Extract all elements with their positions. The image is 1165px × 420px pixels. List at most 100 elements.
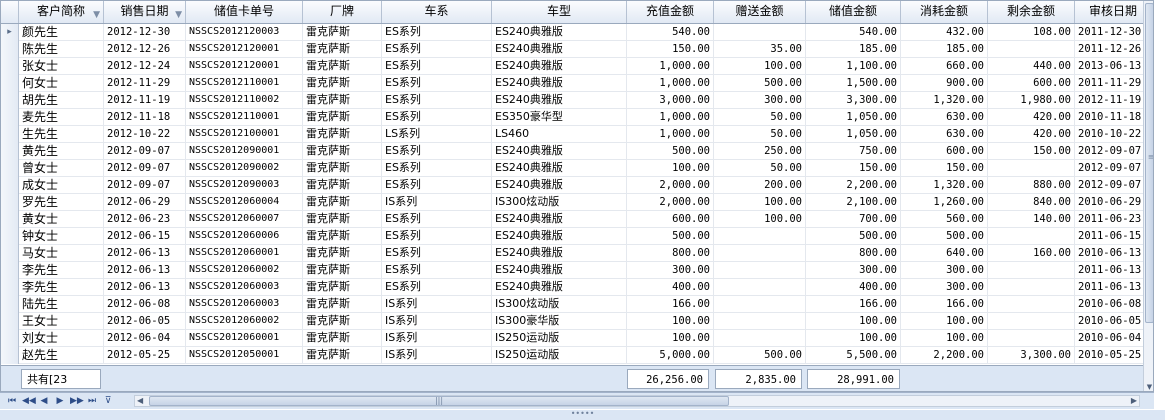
cell-consumed-amount[interactable]: 630.00 bbox=[901, 109, 988, 126]
cell-stored-amount[interactable]: 100.00 bbox=[806, 313, 901, 330]
cell-audit-date[interactable]: 2011-06-13 bbox=[1075, 262, 1152, 279]
cell-consumed-amount[interactable]: 560.00 bbox=[901, 211, 988, 228]
cell-recharge-amount[interactable]: 1,000.00 bbox=[627, 109, 714, 126]
cell-sale-date[interactable]: 2012-06-05 bbox=[104, 313, 186, 330]
cell-bonus-amount[interactable] bbox=[714, 313, 806, 330]
row-indicator-cell[interactable] bbox=[1, 296, 19, 313]
column-header-stored-amount[interactable]: 储值金额 bbox=[806, 1, 901, 23]
cell-sale-date[interactable]: 2012-06-13 bbox=[104, 262, 186, 279]
table-row[interactable]: 生先生 2012-10-22 NSSCS2012100001 雷克萨斯 LS系列 LS46… bbox=[1, 126, 1153, 143]
cell-series[interactable]: IS系列 bbox=[382, 313, 492, 330]
cell-series[interactable]: ES系列 bbox=[382, 24, 492, 41]
cell-sale-date[interactable]: 2012-09-07 bbox=[104, 177, 186, 194]
cell-bonus-amount[interactable]: 300.00 bbox=[714, 92, 806, 109]
column-header-sale-date[interactable]: 销售日期 ▼ bbox=[104, 1, 186, 23]
row-indicator-cell[interactable] bbox=[1, 58, 19, 75]
cell-card-number[interactable]: NSSCS2012110001 bbox=[186, 75, 303, 92]
cell-card-number[interactable]: NSSCS2012120003 bbox=[186, 24, 303, 41]
cell-sale-date[interactable]: 2012-06-23 bbox=[104, 211, 186, 228]
column-header-remaining-amount[interactable]: 剩余金额 bbox=[988, 1, 1075, 23]
table-row[interactable]: 王女士 2012-06-05 NSSCS2012060002 雷克萨斯 IS系列 IS30… bbox=[1, 313, 1153, 330]
nav-prev-icon[interactable]: ◀ bbox=[38, 394, 50, 408]
cell-stored-amount[interactable]: 3,300.00 bbox=[806, 92, 901, 109]
cell-bonus-amount[interactable]: 100.00 bbox=[714, 211, 806, 228]
cell-customer-name[interactable]: 马女士 bbox=[19, 245, 104, 262]
cell-recharge-amount[interactable]: 2,000.00 bbox=[627, 194, 714, 211]
cell-remaining-amount[interactable]: 3,300.00 bbox=[988, 347, 1075, 364]
row-indicator-cell[interactable] bbox=[1, 313, 19, 330]
cell-audit-date[interactable]: 2010-06-29 bbox=[1075, 194, 1152, 211]
row-indicator-cell[interactable] bbox=[1, 330, 19, 347]
vertical-scroll-thumb[interactable]: ≡ bbox=[1145, 3, 1153, 323]
row-indicator-cell[interactable] bbox=[1, 41, 19, 58]
cell-card-number[interactable]: NSSCS2012050001 bbox=[186, 347, 303, 364]
cell-consumed-amount[interactable]: 1,320.00 bbox=[901, 177, 988, 194]
cell-recharge-amount[interactable]: 3,000.00 bbox=[627, 92, 714, 109]
cell-series[interactable]: ES系列 bbox=[382, 245, 492, 262]
cell-customer-name[interactable]: 生先生 bbox=[19, 126, 104, 143]
cell-recharge-amount[interactable]: 2,000.00 bbox=[627, 177, 714, 194]
cell-series[interactable]: ES系列 bbox=[382, 228, 492, 245]
cell-card-number[interactable]: NSSCS2012120001 bbox=[186, 58, 303, 75]
cell-model[interactable]: ES240典雅版 bbox=[492, 211, 627, 228]
cell-remaining-amount[interactable] bbox=[988, 228, 1075, 245]
cell-sale-date[interactable]: 2012-12-26 bbox=[104, 41, 186, 58]
cell-customer-name[interactable]: 曾女士 bbox=[19, 160, 104, 177]
cell-remaining-amount[interactable]: 420.00 bbox=[988, 126, 1075, 143]
column-header-brand[interactable]: 厂牌 bbox=[303, 1, 382, 23]
cell-card-number[interactable]: NSSCS2012060006 bbox=[186, 228, 303, 245]
cell-consumed-amount[interactable]: 640.00 bbox=[901, 245, 988, 262]
table-row[interactable]: 刘女士 2012-06-04 NSSCS2012060001 雷克萨斯 IS系列 IS25… bbox=[1, 330, 1153, 347]
column-header-bonus-amount[interactable]: 赠送金额 bbox=[714, 1, 806, 23]
cell-bonus-amount[interactable] bbox=[714, 279, 806, 296]
table-row[interactable]: 赵先生 2012-05-25 NSSCS2012050001 雷克萨斯 IS系列 IS25… bbox=[1, 347, 1153, 364]
cell-series[interactable]: ES系列 bbox=[382, 75, 492, 92]
cell-bonus-amount[interactable] bbox=[714, 262, 806, 279]
table-row[interactable]: 胡先生 2012-11-19 NSSCS2012110002 雷克萨斯 ES系列 ES24… bbox=[1, 92, 1153, 109]
cell-series[interactable]: ES系列 bbox=[382, 211, 492, 228]
cell-series[interactable]: ES系列 bbox=[382, 177, 492, 194]
cell-bonus-amount[interactable]: 100.00 bbox=[714, 194, 806, 211]
cell-remaining-amount[interactable] bbox=[988, 160, 1075, 177]
cell-bonus-amount[interactable]: 35.00 bbox=[714, 41, 806, 58]
cell-series[interactable]: ES系列 bbox=[382, 160, 492, 177]
cell-stored-amount[interactable]: 500.00 bbox=[806, 228, 901, 245]
cell-bonus-amount[interactable] bbox=[714, 245, 806, 262]
cell-audit-date[interactable]: 2011-06-13 bbox=[1075, 279, 1152, 296]
cell-consumed-amount[interactable]: 500.00 bbox=[901, 228, 988, 245]
cell-remaining-amount[interactable]: 840.00 bbox=[988, 194, 1075, 211]
cell-bonus-amount[interactable]: 500.00 bbox=[714, 347, 806, 364]
cell-customer-name[interactable]: 麦先生 bbox=[19, 109, 104, 126]
table-row[interactable]: 陆先生 2012-06-08 NSSCS2012060003 雷克萨斯 IS系列 IS30… bbox=[1, 296, 1153, 313]
cell-consumed-amount[interactable]: 1,260.00 bbox=[901, 194, 988, 211]
cell-recharge-amount[interactable]: 100.00 bbox=[627, 160, 714, 177]
row-indicator-cell[interactable] bbox=[1, 160, 19, 177]
cell-remaining-amount[interactable]: 420.00 bbox=[988, 109, 1075, 126]
cell-sale-date[interactable]: 2012-10-22 bbox=[104, 126, 186, 143]
cell-remaining-amount[interactable]: 440.00 bbox=[988, 58, 1075, 75]
cell-brand[interactable]: 雷克萨斯 bbox=[303, 109, 382, 126]
cell-recharge-amount[interactable]: 166.00 bbox=[627, 296, 714, 313]
row-indicator-cell[interactable] bbox=[1, 126, 19, 143]
cell-model[interactable]: ES350豪华型 bbox=[492, 109, 627, 126]
table-row[interactable]: 李先生 2012-06-13 NSSCS2012060002 雷克萨斯 ES系列 ES24… bbox=[1, 262, 1153, 279]
cell-sale-date[interactable]: 2012-11-18 bbox=[104, 109, 186, 126]
cell-customer-name[interactable]: 赵先生 bbox=[19, 347, 104, 364]
table-row[interactable]: 陈先生 2012-12-26 NSSCS2012120001 雷克萨斯 ES系列 ES24… bbox=[1, 41, 1153, 58]
cell-stored-amount[interactable]: 1,050.00 bbox=[806, 109, 901, 126]
cell-consumed-amount[interactable]: 660.00 bbox=[901, 58, 988, 75]
cell-card-number[interactable]: NSSCS2012060003 bbox=[186, 296, 303, 313]
cell-brand[interactable]: 雷克萨斯 bbox=[303, 211, 382, 228]
table-row[interactable]: 成女士 2012-09-07 NSSCS2012090003 雷克萨斯 ES系列 ES24… bbox=[1, 177, 1153, 194]
cell-brand[interactable]: 雷克萨斯 bbox=[303, 24, 382, 41]
cell-audit-date[interactable]: 2010-06-13 bbox=[1075, 245, 1152, 262]
table-row[interactable]: 李先生 2012-06-13 NSSCS2012060003 雷克萨斯 ES系列 ES24… bbox=[1, 279, 1153, 296]
cell-recharge-amount[interactable]: 5,000.00 bbox=[627, 347, 714, 364]
column-header-audit-date[interactable]: 审核日期 bbox=[1075, 1, 1152, 23]
cell-remaining-amount[interactable]: 140.00 bbox=[988, 211, 1075, 228]
cell-customer-name[interactable]: 陈先生 bbox=[19, 41, 104, 58]
cell-customer-name[interactable]: 何女士 bbox=[19, 75, 104, 92]
table-row[interactable]: 马女士 2012-06-13 NSSCS2012060001 雷克萨斯 ES系列 ES24… bbox=[1, 245, 1153, 262]
cell-series[interactable]: IS系列 bbox=[382, 330, 492, 347]
cell-remaining-amount[interactable] bbox=[988, 296, 1075, 313]
